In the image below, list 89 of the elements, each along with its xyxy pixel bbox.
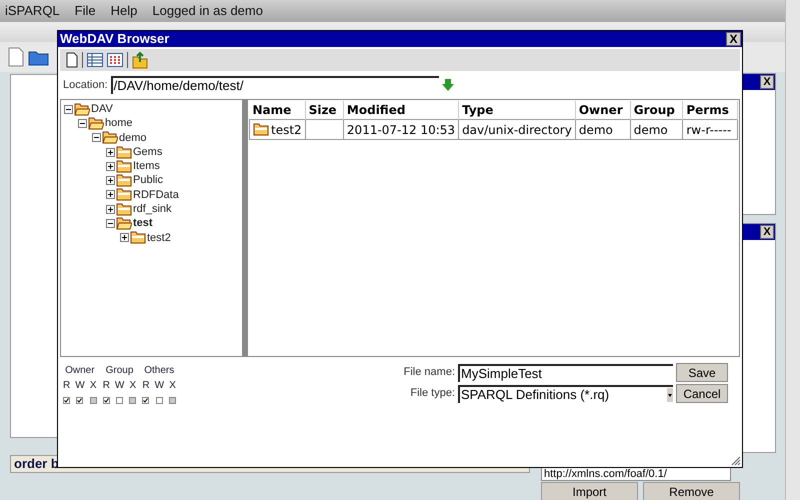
scrollbar[interactable] bbox=[785, 0, 800, 500]
save-button[interactable]: Save bbox=[676, 363, 728, 382]
tree-item[interactable]: test bbox=[133, 215, 153, 232]
cancel-button[interactable]: Cancel bbox=[676, 384, 728, 403]
window-title: WebDAV Browser bbox=[60, 30, 170, 48]
grid-view-icon[interactable] bbox=[107, 53, 123, 67]
permission-label: R bbox=[102, 379, 110, 393]
file-name-field[interactable]: MySimpleTest bbox=[458, 364, 673, 382]
table-cell: dav/unix-directory bbox=[458, 120, 576, 140]
table-cell: rw-r----- bbox=[682, 120, 738, 140]
checkbox[interactable] bbox=[156, 397, 163, 404]
table-cell: 2011-07-12 10:53 bbox=[343, 120, 459, 140]
status-text: Logged in as demo bbox=[152, 2, 263, 20]
expand-icon[interactable] bbox=[106, 162, 115, 171]
permission-label: X bbox=[169, 379, 176, 393]
action-button[interactable]: Remove bbox=[643, 482, 740, 500]
new-document-icon[interactable] bbox=[66, 52, 78, 68]
location-label: Location: bbox=[63, 78, 108, 93]
folder-icon bbox=[116, 174, 132, 188]
permission-label: W bbox=[114, 379, 124, 393]
details-view-icon[interactable] bbox=[87, 53, 103, 67]
expand-icon[interactable] bbox=[106, 204, 115, 214]
expand-icon[interactable] bbox=[106, 176, 115, 186]
location-field[interactable]: /DAV/home/demo/test/ bbox=[110, 76, 439, 94]
collapse-icon[interactable] bbox=[106, 219, 115, 228]
column-header[interactable]: Owner bbox=[575, 101, 630, 120]
checkbox[interactable] bbox=[142, 397, 150, 404]
folder-icon bbox=[116, 160, 132, 173]
namespace-field[interactable]: http://xmlns.com/foaf/0.1/ bbox=[541, 468, 731, 481]
close-button[interactable]: X bbox=[760, 225, 774, 239]
permission-group-label: Owner bbox=[65, 364, 95, 378]
tree-item[interactable]: DAV bbox=[91, 100, 113, 118]
permission-label: R bbox=[63, 379, 70, 393]
collapse-icon[interactable] bbox=[92, 133, 101, 142]
expand-icon[interactable] bbox=[120, 233, 129, 242]
action-button[interactable]: Import bbox=[541, 482, 638, 500]
tree-item[interactable]: rdf_sink bbox=[133, 200, 172, 218]
table-cell: demo bbox=[575, 120, 630, 140]
checkbox[interactable] bbox=[63, 397, 70, 404]
checkbox[interactable] bbox=[102, 397, 110, 404]
collapse-icon[interactable] bbox=[64, 104, 73, 114]
column-header[interactable]: Modified bbox=[343, 101, 459, 120]
folder-up-icon[interactable] bbox=[132, 51, 148, 69]
tree-item[interactable]: Gems bbox=[133, 144, 162, 160]
field-label: File name: bbox=[404, 365, 455, 380]
open-folder-icon bbox=[88, 116, 104, 130]
column-header[interactable]: Type bbox=[458, 101, 576, 120]
tree-item[interactable]: Items bbox=[133, 158, 160, 175]
menu-item[interactable]: File bbox=[74, 1, 96, 21]
open-folder-icon bbox=[102, 131, 118, 144]
permission-label: W bbox=[75, 379, 85, 393]
permission-label: X bbox=[130, 379, 136, 393]
collapse-icon[interactable] bbox=[78, 118, 87, 128]
folder-icon bbox=[130, 231, 146, 244]
menu-item[interactable]: iSPARQL bbox=[5, 1, 60, 21]
table-cell-text: test2 bbox=[271, 122, 302, 138]
tree-item[interactable]: demo bbox=[119, 130, 147, 146]
tree-item[interactable]: home bbox=[105, 115, 133, 132]
column-header[interactable]: Group bbox=[630, 101, 683, 120]
column-header[interactable]: Perms bbox=[682, 101, 738, 120]
expand-icon[interactable] bbox=[106, 190, 115, 200]
tree-item[interactable]: RDFData bbox=[133, 186, 179, 204]
close-button[interactable]: X bbox=[760, 75, 774, 89]
folder-icon bbox=[116, 202, 132, 216]
field-label: File type: bbox=[410, 386, 455, 402]
open-folder-icon bbox=[116, 217, 132, 230]
go-arrow-icon[interactable] bbox=[440, 78, 455, 92]
column-header[interactable]: Name bbox=[250, 101, 306, 120]
permission-label: R bbox=[142, 379, 150, 393]
checkbox[interactable] bbox=[116, 397, 124, 404]
permission-label: W bbox=[154, 379, 164, 393]
caret-icon bbox=[667, 388, 673, 402]
folder-icon bbox=[116, 146, 132, 159]
resize-grip-icon[interactable] bbox=[731, 456, 741, 466]
checkbox[interactable] bbox=[76, 397, 84, 404]
permission-group-label: Group bbox=[106, 364, 134, 378]
permission-label: X bbox=[90, 379, 97, 393]
close-button[interactable]: X bbox=[726, 32, 741, 46]
column-header[interactable]: Size bbox=[305, 101, 344, 120]
folder-icon bbox=[253, 123, 269, 136]
menu-item[interactable]: Help bbox=[110, 1, 138, 21]
permission-group-label: Others bbox=[144, 364, 174, 378]
table-cell: demo bbox=[630, 120, 683, 140]
tree-item[interactable]: test2 bbox=[147, 230, 171, 246]
expand-icon[interactable] bbox=[106, 148, 115, 157]
file-type-dropdown[interactable]: SPARQL Definitions (*.rq) bbox=[458, 384, 673, 402]
open-folder-icon bbox=[74, 102, 90, 116]
tree-item[interactable]: Public bbox=[133, 172, 163, 189]
folder-icon bbox=[116, 188, 132, 202]
